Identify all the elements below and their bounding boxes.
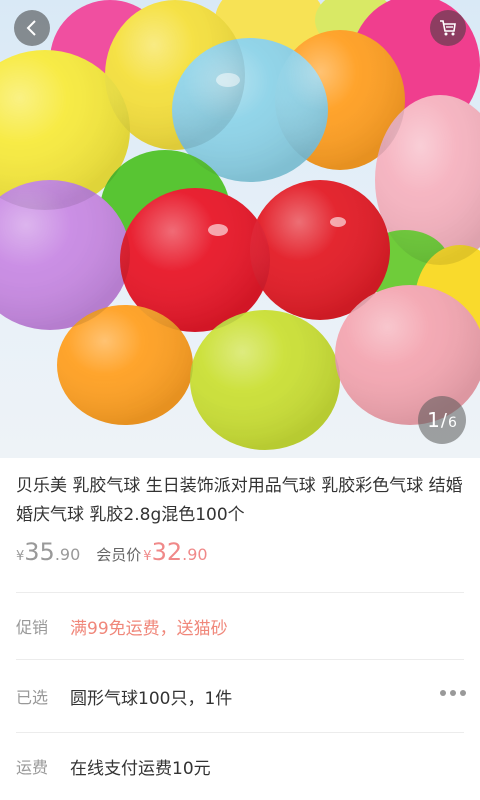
cart-button[interactable]: [430, 10, 466, 46]
product-image-gallery[interactable]: 1/6: [0, 0, 480, 458]
more-dots-icon[interactable]: [440, 690, 466, 696]
back-arrow-icon: [26, 20, 36, 36]
member-price-integer: 32: [151, 538, 183, 566]
gallery-page-indicator: 1/6: [418, 396, 466, 444]
cart-icon: [440, 20, 456, 36]
gallery-separator: /: [440, 409, 447, 431]
gallery-total-pages: 6: [447, 415, 457, 431]
member-price-label: 会员价: [96, 546, 142, 564]
promotion-label: 促销: [16, 618, 49, 637]
shipping-label: 运费: [16, 758, 49, 777]
shipping-value: 在线支付运费10元: [70, 758, 211, 779]
promotion-row[interactable]: 促销 满99免运费，送猫砂: [0, 593, 480, 659]
product-title: 贝乐美 乳胶气球 生日装饰派对用品气球 乳胶彩色气球 结婚婚庆气球 乳胶2.8g…: [16, 476, 463, 525]
price-row: ¥35.90 会员价 ¥32.90: [0, 530, 480, 574]
balloons-product-image: [0, 0, 480, 450]
selected-label: 已选: [16, 688, 49, 707]
member-price: ¥32.90: [143, 538, 207, 566]
member-price-currency: ¥: [143, 549, 152, 564]
original-price-integer: 35: [24, 538, 55, 566]
shipping-row: 运费 在线支付运费10元: [0, 733, 480, 799]
selected-spec-row[interactable]: 已选 圆形气球100只，1件: [0, 660, 480, 732]
original-price: ¥35.90: [16, 538, 80, 566]
selected-value: 圆形气球100只，1件: [70, 688, 233, 709]
gallery-current-page: 1: [427, 408, 440, 432]
original-price-decimal: .90: [54, 545, 81, 564]
member-price-decimal: .90: [182, 545, 208, 564]
back-button[interactable]: [14, 10, 50, 46]
promotion-value: 满99免运费，送猫砂: [70, 618, 228, 639]
